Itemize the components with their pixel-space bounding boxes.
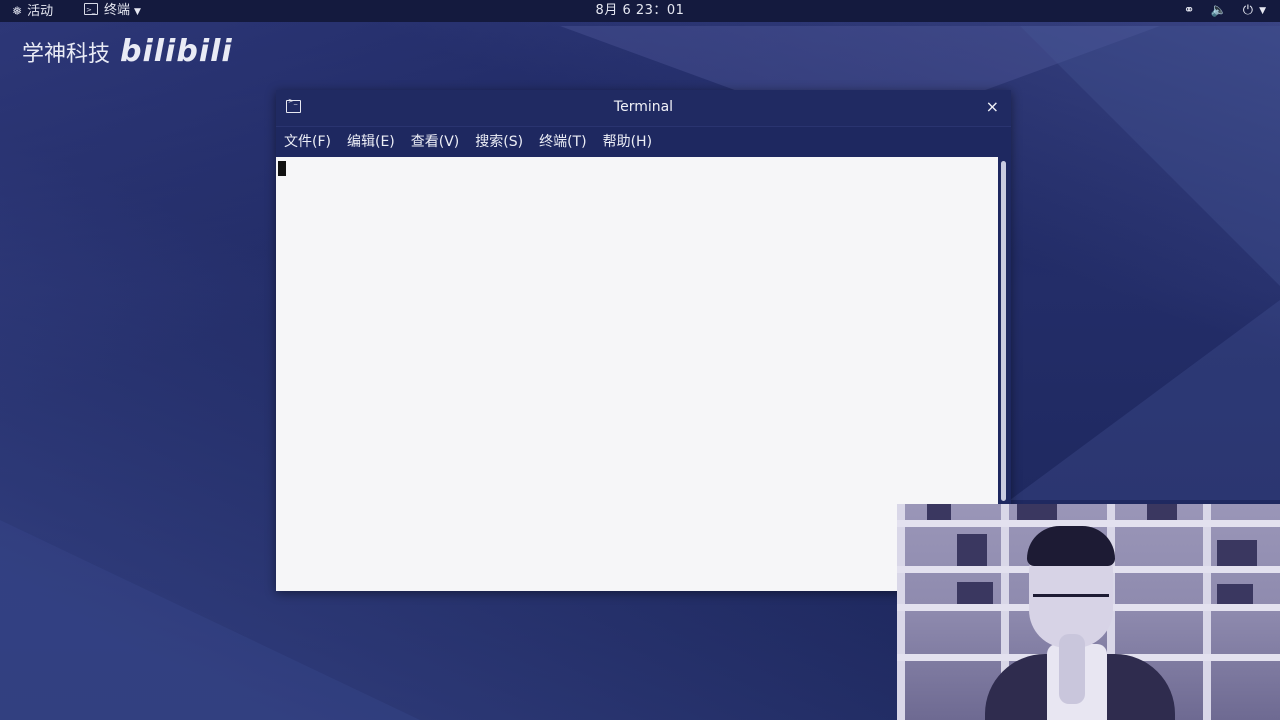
text-cursor	[278, 161, 286, 176]
shelf-post	[897, 504, 905, 720]
menu-edit[interactable]: 编辑(E)	[339, 127, 403, 157]
menu-view[interactable]: 查看(V)	[403, 127, 468, 157]
close-button[interactable]: ×	[986, 90, 999, 124]
window-titlebar[interactable]: Terminal ×	[276, 90, 1011, 127]
system-tray[interactable]: ⚭ 🔈 ⏻ ▼	[1184, 0, 1266, 22]
webcam-overlay	[897, 504, 1280, 720]
wallpaper-shape	[1010, 300, 1280, 500]
microphone	[1059, 634, 1085, 704]
glasses	[1033, 594, 1109, 611]
menu-search[interactable]: 搜索(S)	[467, 127, 531, 157]
book	[957, 534, 987, 566]
menu-file[interactable]: 文件(F)	[276, 127, 339, 157]
menu-terminal[interactable]: 终端(T)	[531, 127, 594, 157]
network-icon[interactable]: ⚭	[1184, 0, 1195, 22]
book	[957, 582, 993, 604]
wallpaper-shape	[1020, 26, 1280, 286]
watermark-text: 学神科技	[22, 42, 111, 67]
volume-icon[interactable]: 🔈	[1211, 0, 1227, 22]
person-hair	[1027, 526, 1115, 566]
book	[1017, 504, 1057, 520]
power-icon[interactable]: ⏻	[1243, 0, 1253, 22]
book	[927, 504, 951, 520]
book	[1217, 540, 1257, 566]
clock[interactable]: 8月 6 23：01	[0, 0, 1280, 22]
book	[1147, 504, 1177, 520]
menu-bar: 文件(F) 编辑(E) 查看(V) 搜索(S) 终端(T) 帮助(H)	[276, 127, 1011, 157]
window-title: Terminal	[613, 99, 674, 115]
shelf-post	[1203, 504, 1211, 720]
top-bar: ❅活动 终端▼ 8月 6 23：01 ⚭ 🔈 ⏻ ▼	[0, 0, 1280, 22]
menu-help[interactable]: 帮助(H)	[595, 127, 660, 157]
scrollbar-thumb[interactable]	[1001, 161, 1006, 501]
chevron-down-icon[interactable]: ▼	[1259, 0, 1266, 22]
channel-watermark: 学神科技 bilibili	[22, 34, 233, 69]
book	[1217, 584, 1253, 604]
terminal-text-area[interactable]	[276, 157, 998, 591]
bilibili-logo: bilibili	[120, 34, 233, 69]
